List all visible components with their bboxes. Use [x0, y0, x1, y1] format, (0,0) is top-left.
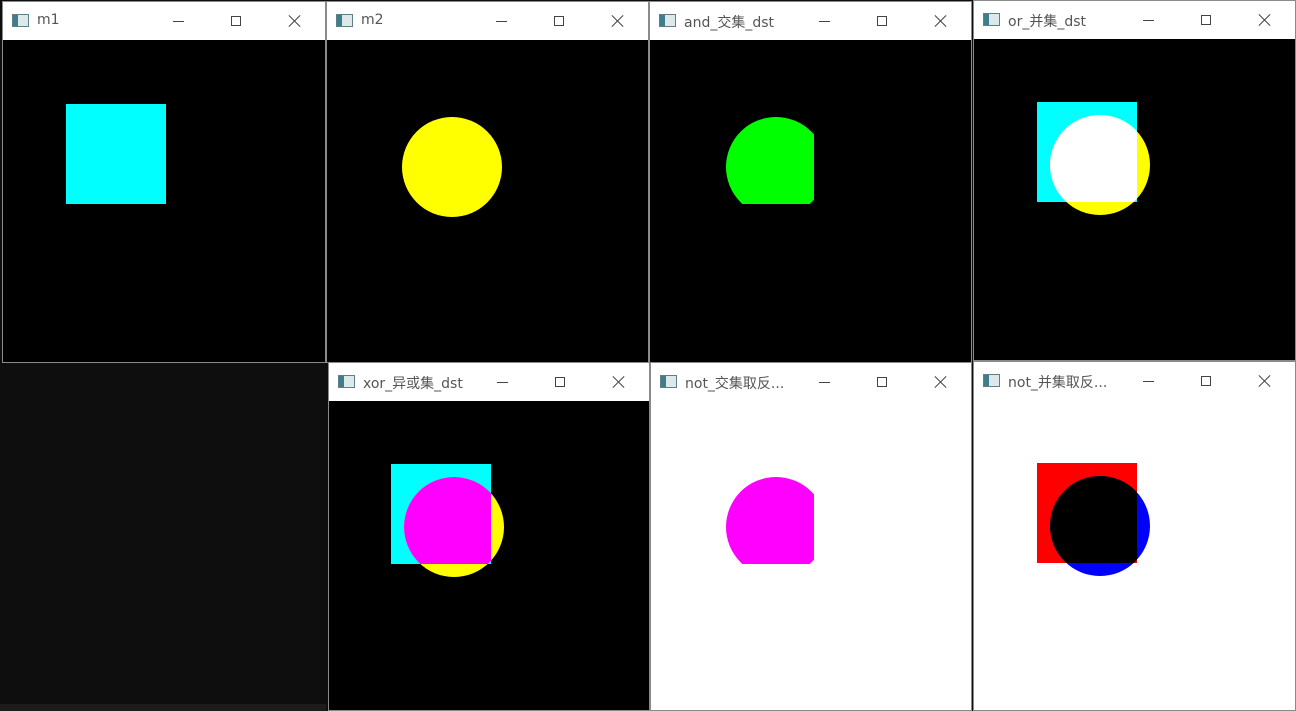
close-icon: [1258, 374, 1272, 388]
titlebar[interactable]: not_交集取反...: [651, 363, 971, 401]
close-button[interactable]: [1241, 1, 1287, 39]
close-icon: [611, 14, 625, 28]
minimize-icon: [497, 382, 508, 383]
app-icon: [660, 375, 677, 388]
magenta-inverted-intersection: [726, 477, 814, 564]
close-icon: [934, 375, 948, 389]
maximize-icon: [231, 16, 241, 26]
maximize-button[interactable]: [537, 363, 583, 401]
titlebar[interactable]: m2: [327, 2, 648, 40]
image-canvas: [3, 40, 325, 362]
app-icon: [983, 13, 1000, 26]
maximize-button[interactable]: [1183, 1, 1229, 39]
close-button[interactable]: [271, 2, 317, 40]
maximize-button[interactable]: [859, 2, 905, 40]
titlebar[interactable]: and_交集_dst: [650, 2, 971, 40]
close-icon: [1258, 13, 1272, 27]
app-icon: [338, 375, 355, 388]
window-title: m1: [37, 12, 60, 28]
image-canvas: [329, 401, 649, 710]
minimize-button[interactable]: [1125, 1, 1171, 39]
window-not-and[interactable]: not_交集取反...: [650, 362, 972, 711]
minimize-button[interactable]: [801, 363, 847, 401]
white-overlap: [1050, 115, 1137, 202]
maximize-button[interactable]: [213, 2, 259, 40]
cyan-square: [66, 104, 166, 204]
maximize-icon: [877, 16, 887, 26]
close-button[interactable]: [917, 363, 963, 401]
image-canvas: [974, 400, 1295, 710]
maximize-icon: [877, 377, 887, 387]
app-icon: [983, 374, 1000, 387]
image-canvas: [974, 39, 1295, 360]
yellow-circle: [402, 117, 502, 217]
minimize-icon: [496, 21, 507, 22]
window-title: not_并集取反...: [1008, 375, 1108, 391]
close-button[interactable]: [595, 363, 641, 401]
minimize-icon: [173, 21, 184, 22]
window-title: and_交集_dst: [684, 15, 775, 31]
image-canvas: [651, 401, 971, 710]
minimize-button[interactable]: [479, 363, 525, 401]
close-button[interactable]: [1241, 362, 1287, 400]
window-m2[interactable]: m2: [326, 1, 649, 363]
maximize-icon: [1201, 376, 1211, 386]
titlebar[interactable]: m1: [3, 2, 325, 40]
image-canvas: [327, 40, 648, 362]
minimize-button[interactable]: [1125, 362, 1171, 400]
window-title: not_交集取反...: [685, 376, 785, 392]
window-title: or_并集_dst: [1008, 14, 1086, 30]
close-icon: [612, 375, 626, 389]
close-icon: [934, 14, 948, 28]
maximize-icon: [1201, 15, 1211, 25]
console-strip: [0, 704, 326, 711]
app-icon: [12, 14, 29, 27]
green-intersection: [726, 117, 814, 204]
minimize-button[interactable]: [155, 2, 201, 40]
window-not-or[interactable]: not_并集取反...: [973, 361, 1296, 711]
titlebar[interactable]: or_并集_dst: [974, 1, 1295, 39]
window-xor[interactable]: xor_异或集_dst: [328, 362, 650, 711]
app-icon: [336, 14, 353, 27]
minimize-icon: [1143, 381, 1154, 382]
window-or[interactable]: or_并集_dst: [973, 0, 1296, 361]
close-icon: [288, 14, 302, 28]
minimize-icon: [819, 382, 830, 383]
minimize-button[interactable]: [801, 2, 847, 40]
window-m1[interactable]: m1: [2, 1, 326, 363]
maximize-icon: [555, 377, 565, 387]
magenta-overlap: [404, 477, 491, 564]
minimize-button[interactable]: [478, 2, 524, 40]
close-button[interactable]: [594, 2, 640, 40]
titlebar[interactable]: xor_异或集_dst: [329, 363, 649, 401]
titlebar[interactable]: not_并集取反...: [974, 362, 1295, 400]
app-icon: [659, 14, 676, 27]
maximize-button[interactable]: [536, 2, 582, 40]
image-canvas: [650, 40, 971, 362]
minimize-icon: [819, 21, 830, 22]
window-and[interactable]: and_交集_dst: [649, 1, 972, 363]
maximize-button[interactable]: [859, 363, 905, 401]
minimize-icon: [1143, 20, 1154, 21]
window-title: m2: [361, 12, 384, 28]
maximize-button[interactable]: [1183, 362, 1229, 400]
black-overlap: [1050, 476, 1137, 563]
close-button[interactable]: [917, 2, 963, 40]
window-title: xor_异或集_dst: [363, 376, 463, 392]
maximize-icon: [554, 16, 564, 26]
